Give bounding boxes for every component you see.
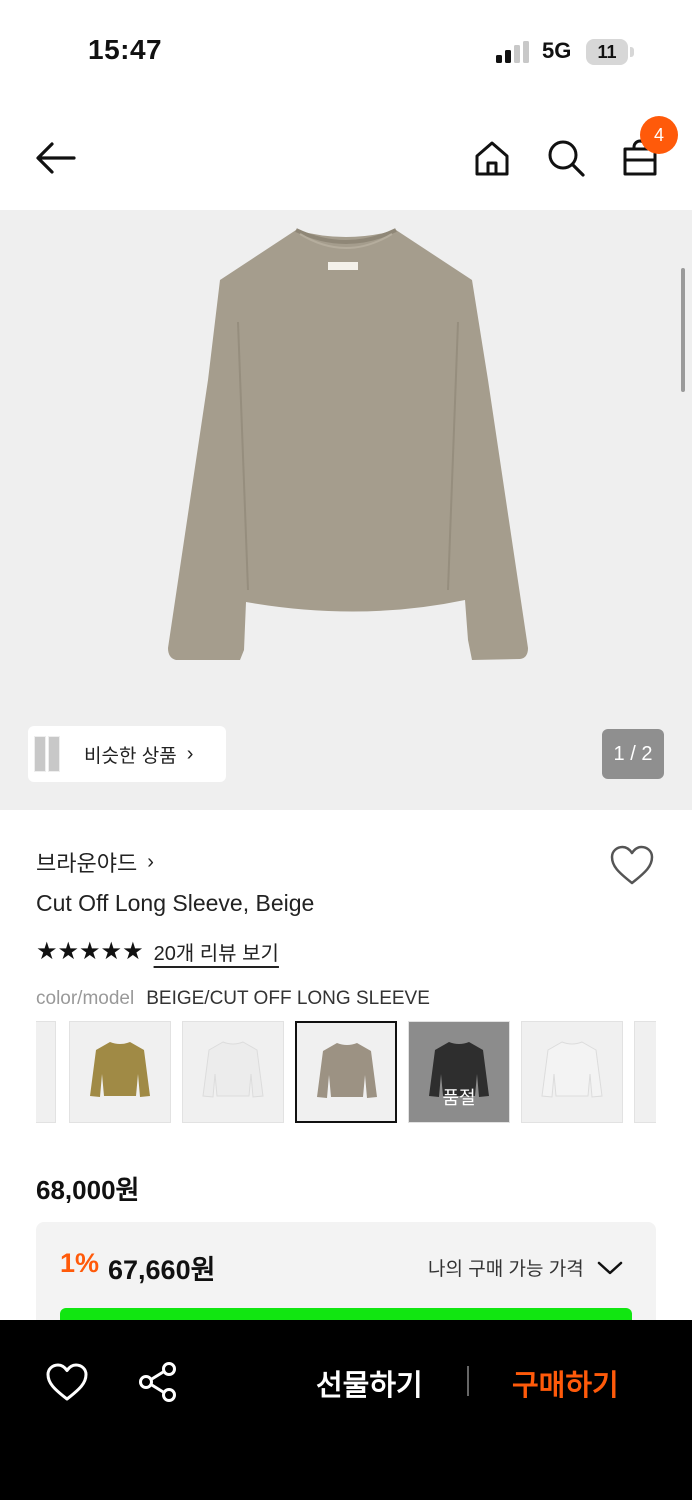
product-image-carousel[interactable]: 비슷한 상품 › 1 / 2 — [0, 210, 692, 810]
discount-rate: 1% — [60, 1248, 100, 1278]
status-time: 15:47 — [88, 34, 163, 65]
battery-tip — [630, 47, 634, 57]
scroll-indicator — [681, 268, 685, 392]
similar-products-button[interactable]: 비슷한 상품 › — [28, 726, 226, 782]
heart-icon[interactable] — [44, 1360, 90, 1406]
battery-icon: 11 — [586, 39, 628, 65]
color-swatch[interactable] — [634, 1021, 656, 1123]
color-swatch[interactable] — [36, 1021, 56, 1123]
divider — [467, 1366, 469, 1396]
my-price-toggle[interactable]: 나의 구매 가능 가격 — [428, 1254, 624, 1281]
product-name: Cut Off Long Sleeve, Beige — [36, 890, 315, 916]
wishlist-button[interactable] — [608, 842, 656, 890]
color-swatch-list: 품절 — [36, 1021, 656, 1123]
soldout-label: 품절 — [442, 1088, 476, 1108]
swatch-product-image — [541, 1041, 603, 1098]
top-navigation — [0, 110, 692, 206]
color-swatch[interactable]: 품절 — [408, 1021, 510, 1123]
home-icon — [475, 141, 509, 176]
option-key: color/model — [36, 988, 135, 1009]
color-swatch[interactable] — [295, 1021, 397, 1123]
similar-thumbnails — [28, 726, 62, 782]
buy-button[interactable]: 구매하기 — [512, 1362, 619, 1404]
rating-row: ★★★★★ 20개 리뷰 보기 — [36, 936, 279, 966]
chevron-right-icon: › — [147, 850, 154, 873]
similar-products-label: 비슷한 상품 — [84, 745, 177, 767]
gift-button[interactable]: 선물하기 — [316, 1362, 423, 1404]
swatch-product-image — [90, 1042, 150, 1097]
network-label: 5G — [542, 38, 572, 63]
arrow-left-icon — [36, 142, 76, 174]
share-icon[interactable] — [136, 1360, 180, 1404]
color-swatch[interactable] — [182, 1021, 284, 1123]
brand-link[interactable]: 브라운야드 › — [36, 846, 154, 878]
color-swatch[interactable] — [521, 1021, 623, 1123]
search-button[interactable] — [538, 110, 594, 206]
product-image — [168, 228, 528, 660]
home-button[interactable] — [464, 110, 520, 206]
swatch-product-image — [317, 1043, 377, 1098]
chevron-right-icon: › — [186, 742, 194, 765]
status-bar: 15:47 5G 11 — [0, 0, 692, 100]
brand-name: 브라운야드 — [36, 851, 138, 876]
signal-icon — [496, 41, 529, 63]
chevron-down-icon — [597, 1261, 622, 1274]
cart-count-badge: 4 — [640, 116, 678, 154]
star-rating: ★★★★★ — [36, 937, 144, 965]
option-value: BEIGE/CUT OFF LONG SLEEVE — [146, 988, 430, 1009]
swatch-product-image — [202, 1041, 264, 1098]
page-indicator: 1 / 2 — [602, 729, 664, 779]
my-price-label: 나의 구매 가능 가격 — [428, 1259, 584, 1280]
search-icon — [548, 140, 585, 177]
heart-icon — [610, 845, 654, 885]
product-price: 68,000원 — [36, 1175, 140, 1205]
option-row: color/model BEIGE/CUT OFF LONG SLEEVE — [36, 988, 430, 1010]
discount-price: 67,660원 — [108, 1255, 216, 1285]
bottom-action-bar: 선물하기 구매하기 — [0, 1320, 692, 1500]
color-swatch[interactable] — [69, 1021, 171, 1123]
review-link[interactable]: 20개 리뷰 보기 — [154, 937, 279, 966]
back-button[interactable] — [28, 110, 84, 206]
